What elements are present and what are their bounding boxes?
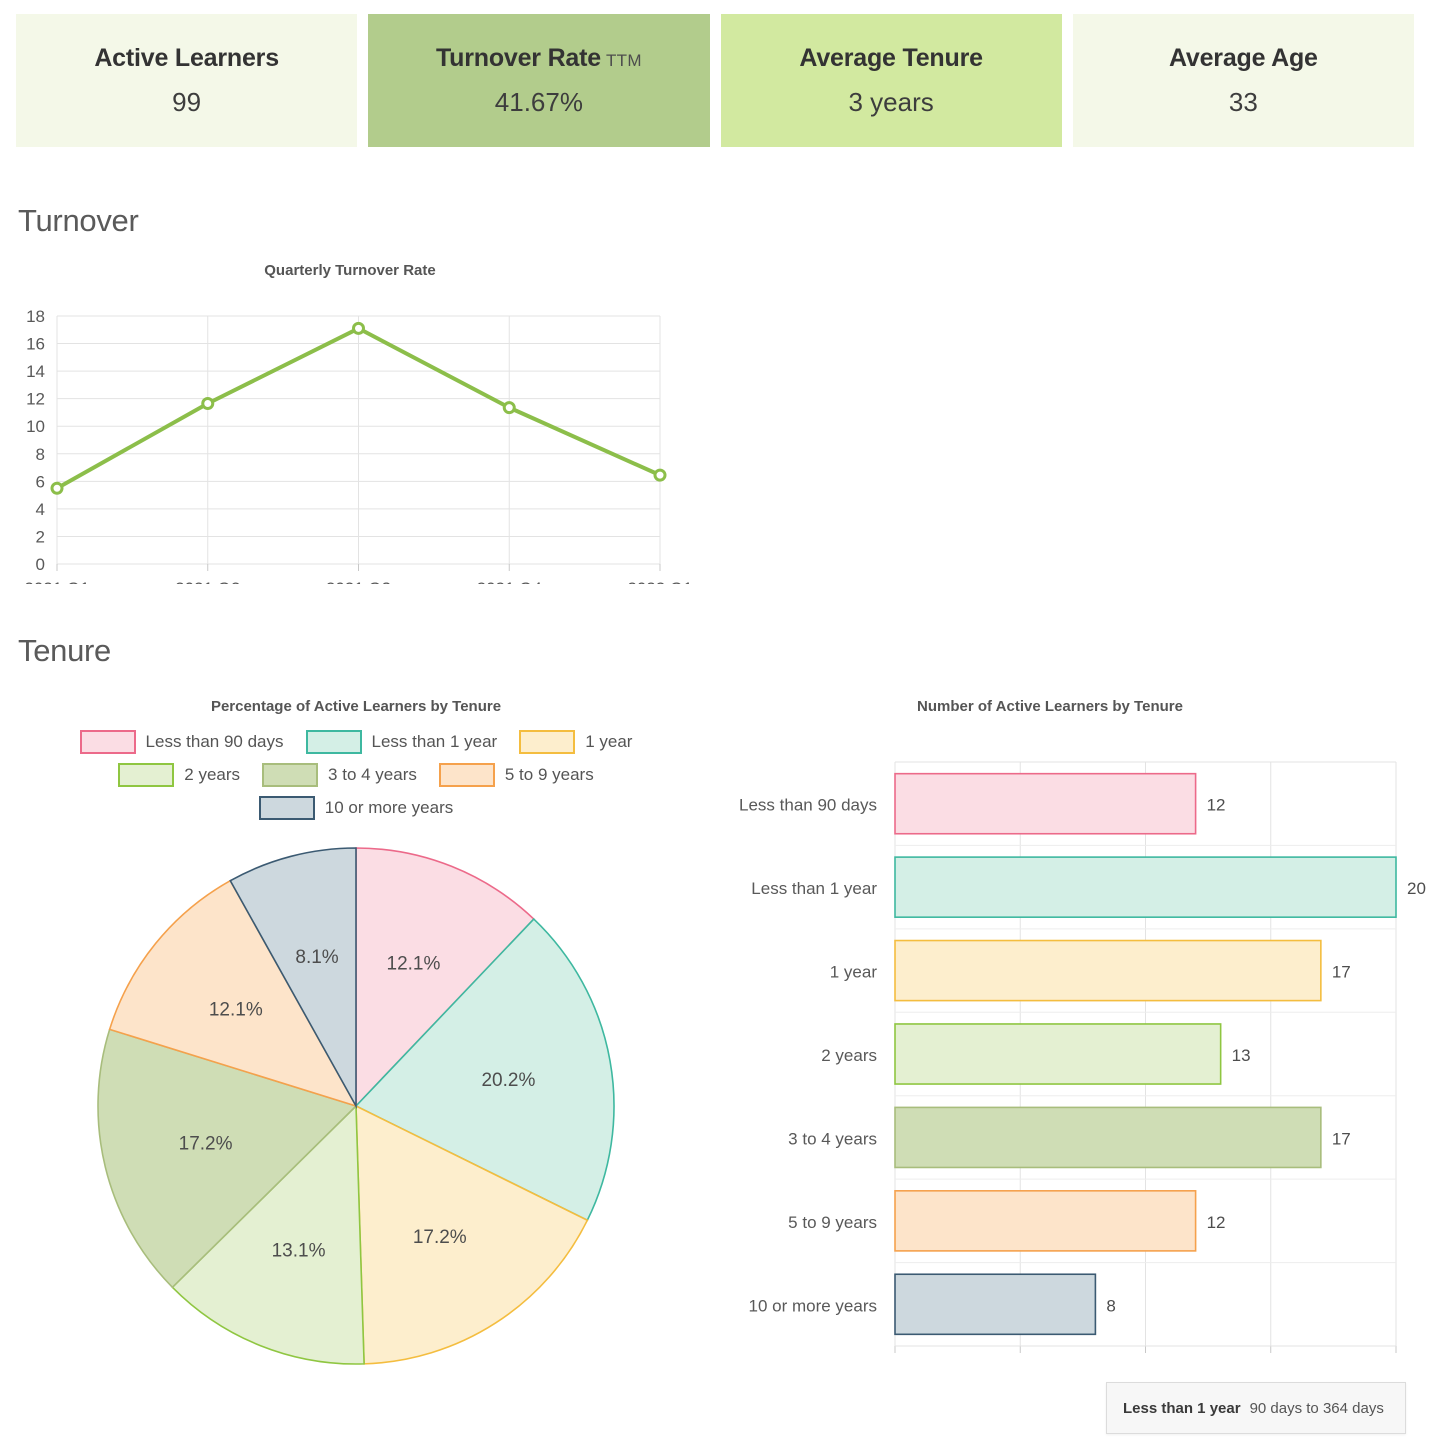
legend-label: 10 or more years bbox=[324, 798, 454, 817]
x-axis-tick-label: 2022 Q1 bbox=[627, 579, 692, 584]
data-point-marker[interactable] bbox=[50, 481, 64, 495]
bar[interactable] bbox=[894, 1023, 1222, 1085]
bar-value-label: 8 bbox=[1106, 1296, 1115, 1315]
line-chart-canvas: 0 2 4 6 8 10 12 14 16 18 2021 Q1 2021 Q2 2021 Q3 2021… bbox=[24, 307, 692, 584]
y-axis-tick-label: 16 bbox=[26, 335, 45, 354]
pie-slice-value-label: 12.1% bbox=[209, 999, 263, 1020]
kpi-title: Active Learners bbox=[94, 43, 279, 72]
bar[interactable] bbox=[894, 1106, 1322, 1169]
bar-category-label: 10 or more years bbox=[749, 1296, 878, 1315]
legend-label: Less than 90 days bbox=[145, 732, 284, 751]
data-point-marker[interactable] bbox=[201, 396, 215, 410]
kpi-value: 3 years bbox=[848, 86, 934, 117]
x-axis-tick-label: 2021 Q3 bbox=[326, 579, 391, 584]
y-axis-tick-label: 14 bbox=[26, 362, 45, 381]
x-axis-tick-label: 2021 Q4 bbox=[477, 579, 542, 584]
bar-category-label: 1 year bbox=[830, 963, 878, 982]
kpi-title-suffix: TTM bbox=[605, 50, 642, 70]
dashboard-page: Active Learners 99 Turnover Rate TTM 41.67% A… bbox=[0, 0, 1430, 1448]
kpi-card-average-age[interactable]: Average Age 33 bbox=[1072, 14, 1414, 147]
bar[interactable] bbox=[894, 772, 1197, 835]
bar-chart-title: Number of Active Learners by Tenure bbox=[917, 698, 1183, 715]
section-heading-tenure: Tenure bbox=[18, 633, 111, 668]
bar-category-label: 2 years bbox=[821, 1046, 877, 1065]
kpi-value: 99 bbox=[172, 86, 202, 117]
kpi-title: Average Tenure bbox=[799, 43, 983, 72]
legend-swatch bbox=[118, 763, 175, 787]
legend-swatch bbox=[519, 730, 576, 754]
y-axis-tick-label: 8 bbox=[36, 445, 45, 464]
legend-item[interactable]: Less than 1 year bbox=[305, 730, 498, 754]
data-point-marker[interactable] bbox=[502, 401, 516, 415]
legend-swatch bbox=[262, 763, 319, 787]
pie-slice-value-label: 12.1% bbox=[387, 953, 441, 974]
bar-chart-canvas: 05101520Less than 90 days12Less than 1 y… bbox=[739, 761, 1426, 1353]
legend-swatch bbox=[438, 763, 495, 787]
kpi-title: Average Age bbox=[1168, 43, 1318, 72]
bar-value-label: 13 bbox=[1232, 1046, 1251, 1065]
kpi-row: Active Learners 99 Turnover Rate TTM 41.67% A… bbox=[16, 14, 1414, 147]
kpi-value: 41.67% bbox=[494, 86, 583, 117]
pie-chart-canvas: 12.1% 20.2% 17.2% 13.1% 17.2% 12.1% 8.1% bbox=[97, 847, 615, 1365]
legend-item[interactable]: 2 years bbox=[118, 763, 240, 787]
y-axis-tick-label: 2 bbox=[36, 527, 45, 546]
pie-slice-value-label: 17.2% bbox=[413, 1227, 467, 1248]
legend-item[interactable]: 10 or more years bbox=[258, 796, 454, 820]
legend-label: 3 to 4 years bbox=[328, 765, 417, 784]
legend-label: 5 to 9 years bbox=[504, 765, 594, 784]
quarterly-turnover-line-chart: Quarterly Turnover Rate 0246810121416182… bbox=[0, 262, 700, 592]
y-axis-tick-label: 18 bbox=[26, 307, 45, 326]
pie-slice-value-label: 13.1% bbox=[272, 1241, 326, 1262]
tooltip-title: Less than 1 year bbox=[1123, 1399, 1241, 1417]
bar-value-label: 12 bbox=[1207, 1213, 1226, 1232]
tenure-tooltip: Less than 1 year 90 days to 364 days bbox=[1106, 1382, 1406, 1434]
bar-value-label: 12 bbox=[1207, 796, 1226, 815]
x-axis-tick-label: 2021 Q1 bbox=[24, 579, 89, 584]
legend-label: 1 year bbox=[585, 732, 633, 751]
pie-chart-title: Percentage of Active Learners by Tenure bbox=[210, 698, 502, 715]
y-axis-tick-label: 12 bbox=[26, 390, 45, 409]
pie-slice-value-label: 20.2% bbox=[481, 1070, 535, 1091]
legend-swatch bbox=[258, 796, 315, 820]
bar[interactable] bbox=[894, 939, 1322, 1002]
bar-value-label: 17 bbox=[1332, 963, 1351, 982]
legend-item[interactable]: 5 to 9 years bbox=[438, 763, 594, 787]
kpi-card-turnover-rate[interactable]: Turnover Rate TTM 41.67% bbox=[368, 14, 710, 147]
bar[interactable] bbox=[894, 856, 1397, 918]
legend-item[interactable]: 3 to 4 years bbox=[262, 763, 417, 787]
pie-slice-value-label: 8.1% bbox=[295, 947, 338, 968]
y-axis-tick-label: 10 bbox=[26, 417, 45, 436]
kpi-value: 33 bbox=[1228, 86, 1258, 117]
bar-value-label: 20 bbox=[1407, 879, 1426, 898]
tooltip-description: 90 days to 364 days bbox=[1249, 1399, 1384, 1417]
pie-chart-legend: Less than 90 days Less than 1 year 1 year 2… bbox=[0, 730, 712, 829]
section-heading-turnover: Turnover bbox=[18, 203, 139, 238]
legend-label: 2 years bbox=[184, 765, 241, 784]
kpi-title: Turnover Rate TTM bbox=[435, 43, 642, 72]
bar[interactable] bbox=[894, 1273, 1097, 1336]
x-axis-tick-label: 2021 Q2 bbox=[175, 579, 240, 584]
legend-item[interactable]: 1 year bbox=[519, 730, 632, 754]
bar-value-label: 17 bbox=[1332, 1129, 1351, 1148]
legend-item[interactable]: Less than 90 days bbox=[79, 730, 284, 754]
bar-category-label: 5 to 9 years bbox=[788, 1213, 877, 1232]
data-point-marker[interactable] bbox=[352, 321, 365, 335]
tenure-pie-chart: Percentage of Active Learners by Tenure … bbox=[0, 698, 712, 1388]
data-point-marker[interactable] bbox=[653, 468, 667, 482]
bar[interactable] bbox=[894, 1190, 1197, 1252]
bar-category-label: 3 to 4 years bbox=[788, 1129, 877, 1148]
y-axis-tick-label: 4 bbox=[36, 500, 45, 519]
tenure-bar-chart: Number of Active Learners by Tenure 0510… bbox=[700, 698, 1430, 1358]
y-axis-tick-label: 6 bbox=[36, 472, 45, 491]
pie-slice-value-label: 17.2% bbox=[179, 1134, 233, 1155]
legend-swatch bbox=[79, 730, 136, 754]
bar-category-label: Less than 90 days bbox=[739, 796, 877, 815]
kpi-card-active-learners[interactable]: Active Learners 99 bbox=[16, 14, 358, 147]
y-axis-tick-label: 0 bbox=[36, 555, 45, 574]
kpi-card-average-tenure[interactable]: Average Tenure 3 years bbox=[720, 14, 1062, 147]
bar-category-label: Less than 1 year bbox=[751, 879, 877, 898]
legend-label: Less than 1 year bbox=[371, 732, 498, 751]
legend-swatch bbox=[305, 730, 362, 754]
